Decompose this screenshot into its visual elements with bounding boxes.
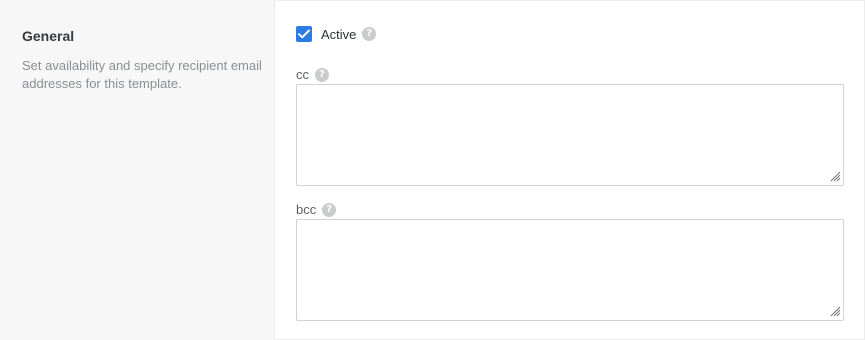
cc-textarea[interactable]	[296, 84, 844, 186]
question-circle-icon[interactable]: ?	[362, 27, 377, 41]
bcc-label-row: bcc ?	[296, 202, 337, 217]
section-sidebar: General Set availability and specify rec…	[0, 0, 275, 340]
checkmark-icon	[298, 29, 310, 39]
cc-label: cc	[296, 67, 309, 82]
general-settings-panel: General Set availability and specify rec…	[0, 0, 865, 340]
active-checkbox[interactable]	[296, 26, 312, 42]
section-description: Set availability and specify recipient e…	[22, 58, 262, 91]
active-label[interactable]: Active	[321, 27, 356, 42]
question-circle-icon[interactable]: ?	[315, 67, 329, 82]
resize-grip-icon[interactable]	[830, 306, 841, 317]
bcc-label: bcc	[296, 202, 317, 217]
resize-grip-icon[interactable]	[830, 171, 841, 182]
bcc-textarea[interactable]	[296, 219, 844, 321]
question-circle-icon[interactable]: ?	[322, 202, 337, 217]
section-title: General	[22, 28, 75, 44]
cc-label-row: cc ?	[296, 67, 329, 82]
active-checkbox-row[interactable]: Active ?	[296, 25, 377, 43]
